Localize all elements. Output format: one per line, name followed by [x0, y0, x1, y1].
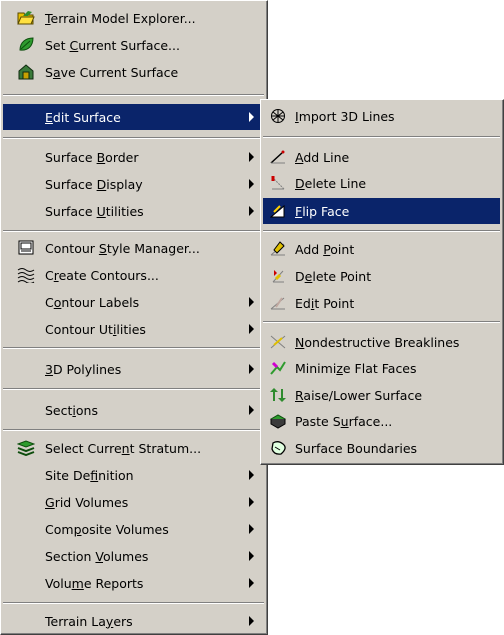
menu-item-raise-lower-surface[interactable]: Raise/Lower Surface	[263, 382, 500, 408]
menu-item-add-line[interactable]: Add Line	[263, 144, 500, 170]
separator	[3, 137, 264, 139]
separator	[3, 429, 264, 431]
add-point-icon	[269, 240, 287, 258]
menu-item-section-volumes[interactable]: Section Volumes	[3, 543, 264, 569]
delete-point-icon	[269, 267, 287, 285]
menu-item-nondestructive-breaklines[interactable]: Nondestructive Breaklines	[263, 329, 500, 355]
stratum-icon	[17, 439, 35, 457]
submenu-arrow-icon	[249, 578, 254, 588]
submenu-arrow-icon	[249, 179, 254, 189]
breaklines-icon	[269, 333, 287, 351]
separator	[263, 321, 500, 323]
menu-item-surface-border[interactable]: Surface Border	[3, 144, 264, 170]
submenu-arrow-icon	[249, 324, 254, 334]
menu-item-contour-labels[interactable]: Contour Labels	[3, 289, 264, 315]
folder-open-icon	[17, 9, 35, 27]
menu-item-composite-volumes[interactable]: Composite Volumes	[3, 516, 264, 542]
submenu-arrow-icon	[249, 405, 254, 415]
edit-surface-submenu: Import 3D Lines Add Line Delete Line Fli…	[260, 99, 504, 465]
terrain-menu: Terrain Model Explorer... Set Current Su…	[0, 0, 268, 635]
delete-line-icon	[269, 174, 287, 192]
separator	[3, 602, 264, 604]
menu-item-select-current-stratum[interactable]: Select Current Stratum...	[3, 435, 264, 461]
menu-item-save-current-surface[interactable]: Save Current Surface	[3, 59, 264, 85]
submenu-arrow-icon	[249, 616, 254, 626]
separator	[3, 94, 264, 96]
menu-item-set-current-surface[interactable]: Set Current Surface...	[3, 32, 264, 58]
submenu-arrow-icon	[249, 206, 254, 216]
menu-item-sections[interactable]: Sections	[3, 397, 264, 423]
contours-icon	[17, 266, 35, 284]
style-manager-icon	[17, 239, 35, 257]
menu-item-surface-boundaries[interactable]: Surface Boundaries	[263, 435, 500, 461]
menu-item-surface-utilities[interactable]: Surface Utilities	[3, 198, 264, 224]
flip-face-icon	[269, 202, 287, 220]
submenu-arrow-icon	[249, 551, 254, 561]
menu-item-delete-line[interactable]: Delete Line	[263, 170, 500, 196]
separator	[263, 230, 500, 232]
menu-item-paste-surface[interactable]: Paste Surface...	[263, 408, 500, 434]
surface-boundaries-icon	[269, 439, 287, 457]
menu-item-3d-polylines[interactable]: 3D Polylines	[3, 356, 264, 382]
menu-item-minimize-flat-faces[interactable]: Minimize Flat Faces	[263, 355, 500, 381]
raise-lower-icon	[269, 386, 287, 404]
submenu-arrow-icon	[249, 364, 254, 374]
import-3d-lines-icon	[269, 107, 287, 125]
submenu-arrow-icon	[249, 152, 254, 162]
menu-item-import-3d-lines[interactable]: Import 3D Lines	[263, 103, 500, 129]
separator	[3, 230, 264, 232]
submenu-arrow-icon	[249, 497, 254, 507]
house-save-icon	[17, 63, 35, 81]
submenu-arrow-icon	[249, 297, 254, 307]
menu-item-delete-point[interactable]: Delete Point	[263, 263, 500, 289]
menu-item-terrain-layers[interactable]: Terrain Layers	[3, 608, 264, 634]
separator	[263, 136, 500, 138]
add-line-icon	[269, 148, 287, 166]
menu-item-terrain-model-explorer[interactable]: Terrain Model Explorer...	[3, 5, 264, 31]
paste-surface-icon	[269, 412, 287, 430]
menu-item-volume-reports[interactable]: Volume Reports	[3, 570, 264, 596]
menu-item-grid-volumes[interactable]: Grid Volumes	[3, 489, 264, 515]
menu-item-contour-style-manager[interactable]: Contour Style Manager...	[3, 235, 264, 261]
menu-item-site-definition[interactable]: Site Definition	[3, 462, 264, 488]
menu-item-surface-display[interactable]: Surface Display	[3, 171, 264, 197]
submenu-arrow-icon	[249, 470, 254, 480]
submenu-arrow-icon	[249, 524, 254, 534]
menu-item-edit-point[interactable]: Edit Point	[263, 290, 500, 316]
menu-item-flip-face[interactable]: Flip Face	[263, 198, 500, 224]
menu-item-create-contours[interactable]: Create Contours...	[3, 262, 264, 288]
edit-point-icon	[269, 294, 287, 312]
separator	[3, 347, 264, 349]
menu-item-edit-surface[interactable]: Edit Surface	[3, 104, 264, 130]
menu-item-contour-utilities[interactable]: Contour Utilities	[3, 316, 264, 342]
green-leaf-icon	[17, 36, 35, 54]
menu-item-add-point[interactable]: Add Point	[263, 236, 500, 262]
submenu-arrow-icon	[249, 112, 254, 122]
separator	[3, 388, 264, 390]
minimize-flat-faces-icon	[269, 359, 287, 377]
